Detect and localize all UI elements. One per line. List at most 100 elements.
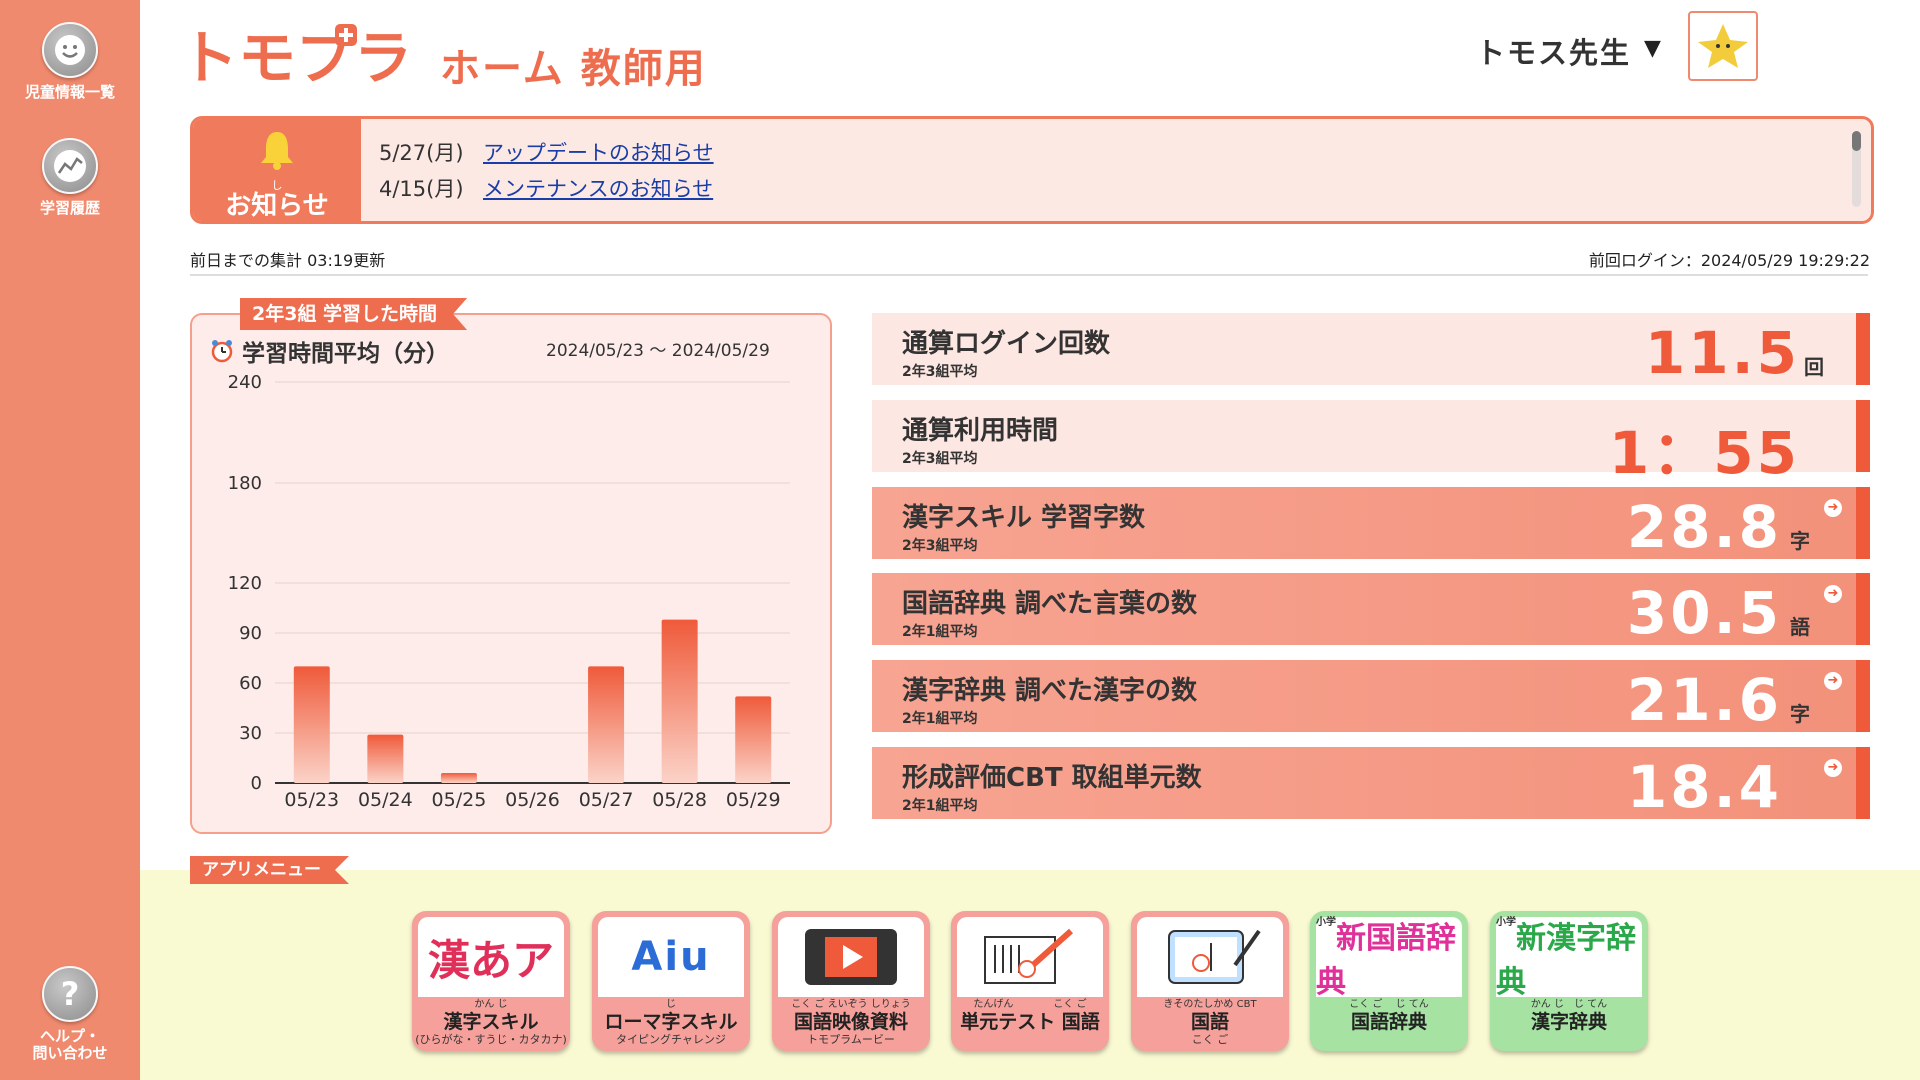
- stat-title: 通算ログイン回数: [902, 329, 1111, 359]
- arrow-right-icon[interactable]: ➜: [1824, 759, 1842, 777]
- film-play-icon: [805, 929, 897, 985]
- app-tile[interactable]: 小学新国語辞典 こく ご じ てん 国語辞典: [1310, 911, 1468, 1051]
- svg-text:トモプラ: トモプラ: [180, 24, 410, 88]
- app-subtitle: タイピングチャレンジ: [616, 1033, 726, 1046]
- arrow-right-icon[interactable]: ➜: [1824, 672, 1842, 690]
- trend-line-icon: [42, 138, 98, 194]
- sidebar-item-student-list[interactable]: 児童情報一覧: [0, 22, 140, 101]
- stat-value: 18.4: [1626, 753, 1782, 821]
- stat-subtitle: 2年3組平均: [902, 538, 978, 554]
- help-label-line2: 問い合わせ: [32, 1044, 108, 1062]
- sidebar-item-learning-history[interactable]: 学習履歴: [0, 138, 140, 217]
- app-name: 単元テスト 国語: [960, 1011, 1100, 1033]
- alarm-clock-icon: [211, 340, 233, 363]
- divider: [190, 274, 1868, 276]
- app-caption: たんげん こく ご単元テスト 国語: [951, 999, 1109, 1033]
- app-ruby: かん じ: [474, 999, 508, 1010]
- dictionary-logo: 小学新漢字辞典: [1496, 917, 1636, 1000]
- last-login-text: 前回ログイン：2024/05/29 19:29:22: [1588, 251, 1870, 270]
- app-name: 国語映像資料: [793, 1011, 908, 1033]
- chart-heading: 学習時間平均（分）: [210, 334, 449, 368]
- arrow-right-icon[interactable]: ➜: [1824, 499, 1842, 517]
- tomopla-logo: トモプラ: [180, 24, 410, 88]
- app-tile[interactable]: 漢あアかん じ漢字スキル (ひらがな・すうじ・カタカナ): [412, 911, 570, 1051]
- app-ruby: こく ご えいぞう しりょう: [791, 999, 911, 1010]
- app-tile[interactable]: たんげん こく ご単元テスト 国語: [951, 911, 1109, 1051]
- app-art: [957, 917, 1103, 997]
- app-tile[interactable]: Aiu じローマ字スキル タイピングチャレンジ: [592, 911, 750, 1051]
- keyboard-aiu-logo: Aiu: [631, 934, 711, 980]
- notice-header: し お知らせ: [193, 119, 361, 221]
- notice-item: 4/15(月) メンテナンスのお知らせ: [379, 173, 713, 203]
- stat-value: 11.5: [1644, 319, 1800, 387]
- app-tile[interactable]: きそのたしかめ CBT 国語 こく ご: [1131, 911, 1289, 1051]
- user-menu-caret-icon[interactable]: ▼: [1644, 36, 1661, 61]
- stat-subtitle: 2年1組平均: [902, 711, 978, 727]
- stat-row: 通算利用時間 2年3組平均 1：55: [872, 400, 1870, 487]
- arrow-right-icon[interactable]: ➜: [1824, 585, 1842, 603]
- stat-unit: 字: [1790, 529, 1810, 553]
- app-subtitle: (ひらがな・すうじ・カタカナ): [415, 1033, 567, 1046]
- app-caption: かん じ じ てん 漢字辞典: [1490, 999, 1648, 1033]
- app-tile[interactable]: 小学新漢字辞典 かん じ じ てん 漢字辞典: [1490, 911, 1648, 1051]
- stat-row[interactable]: 漢字スキル 学習字数 2年3組平均 28.8 字 ➜: [872, 487, 1870, 561]
- notice-scrollbar[interactable]: [1852, 131, 1861, 207]
- notice-item: 5/27(月) アップデートのお知らせ: [379, 137, 714, 167]
- app-art: 漢あア: [418, 917, 564, 997]
- stat-subtitle: 2年3組平均: [902, 364, 978, 380]
- app-name: 漢字スキル: [443, 1011, 539, 1033]
- app-caption: きそのたしかめ CBT 国語 こく ご: [1131, 999, 1289, 1046]
- chart-title: 学習時間平均（分）: [242, 341, 449, 367]
- kanji-skill-logo: 漢あア: [427, 935, 554, 985]
- notice-link[interactable]: アップデートのお知らせ: [483, 141, 714, 165]
- app-name: 漢字辞典: [1530, 1011, 1607, 1033]
- app-art: 小学新漢字辞典: [1496, 917, 1642, 1000]
- stat-unit: 語: [1790, 615, 1810, 639]
- stat-title: 漢字辞典 調べた漢字の数: [902, 676, 1198, 706]
- stat-edge: [1856, 660, 1870, 732]
- user-name[interactable]: トモス先生: [1476, 30, 1631, 72]
- stat-row[interactable]: 国語辞典 調べた言葉の数 2年1組平均 30.5 語 ➜: [872, 573, 1870, 647]
- stat-value: 21.6: [1626, 666, 1782, 734]
- app-art: Aiu: [598, 917, 744, 997]
- stat-subtitle: 2年1組平均: [902, 798, 978, 814]
- notice-date: 5/27(月): [379, 141, 464, 165]
- app-ruby: じ: [666, 999, 676, 1010]
- help-contact-button[interactable]: ? ヘルプ・ 問い合わせ: [0, 966, 140, 1062]
- star-character-icon: [1698, 24, 1748, 68]
- app-art: [778, 917, 924, 997]
- stat-title: 通算利用時間: [902, 416, 1059, 446]
- sidebar-item-label: 児童情報一覧: [24, 83, 115, 101]
- stat-row[interactable]: 形成評価CBT 取組単元数 2年1組平均 18.4 ➜: [872, 747, 1870, 821]
- stat-value: 30.5: [1626, 579, 1782, 647]
- stat-subtitle: 2年3組平均: [902, 451, 978, 467]
- app-name: 国語辞典: [1350, 1011, 1427, 1033]
- test-paper-icon: [984, 928, 1074, 984]
- app-menu-label: アプリメニュー: [190, 856, 349, 884]
- avatar[interactable]: [1688, 11, 1758, 81]
- notice-link[interactable]: メンテナンスのお知らせ: [483, 177, 713, 201]
- app-ruby: きそのたしかめ CBT: [1163, 999, 1257, 1010]
- stat-unit: 字: [1790, 702, 1810, 726]
- app-caption: こく ご えいぞう しりょう 国語映像資料 トモプラムービー: [772, 999, 930, 1046]
- question-icon: ?: [42, 966, 98, 1022]
- study-time-panel: [190, 313, 832, 834]
- stat-title: 国語辞典 調べた言葉の数: [902, 589, 1198, 619]
- app-caption: こく ご じ てん 国語辞典: [1310, 999, 1468, 1033]
- notice-scroll-thumb[interactable]: [1852, 131, 1861, 151]
- app-ruby: こく ご じ てん: [1349, 999, 1429, 1010]
- stat-unit: 回: [1804, 355, 1824, 379]
- stat-edge: [1856, 313, 1870, 385]
- chart-date-range: 2024/05/23 ～ 2024/05/29: [546, 341, 770, 361]
- stat-value: 1：55: [1608, 419, 1800, 487]
- app-name: ローマ字スキル: [604, 1011, 738, 1033]
- stat-row[interactable]: 漢字辞典 調べた漢字の数 2年1組平均 21.6 字 ➜: [872, 660, 1870, 734]
- app-tile[interactable]: こく ご えいぞう しりょう 国語映像資料 トモプラムービー: [772, 911, 930, 1051]
- page-title: ホーム 教師用: [440, 46, 707, 92]
- dictionary-logo: 小学新国語辞典: [1316, 917, 1456, 1000]
- sidebar: 児童情報一覧 学習履歴 ? ヘルプ・ 問い合わせ: [0, 0, 140, 1080]
- stat-title: 形成評価CBT 取組単元数: [902, 763, 1202, 793]
- app-caption: じローマ字スキル タイピングチャレンジ: [592, 999, 750, 1046]
- stat-edge: [1856, 487, 1870, 559]
- app-ruby: たんげん こく ご: [973, 999, 1087, 1010]
